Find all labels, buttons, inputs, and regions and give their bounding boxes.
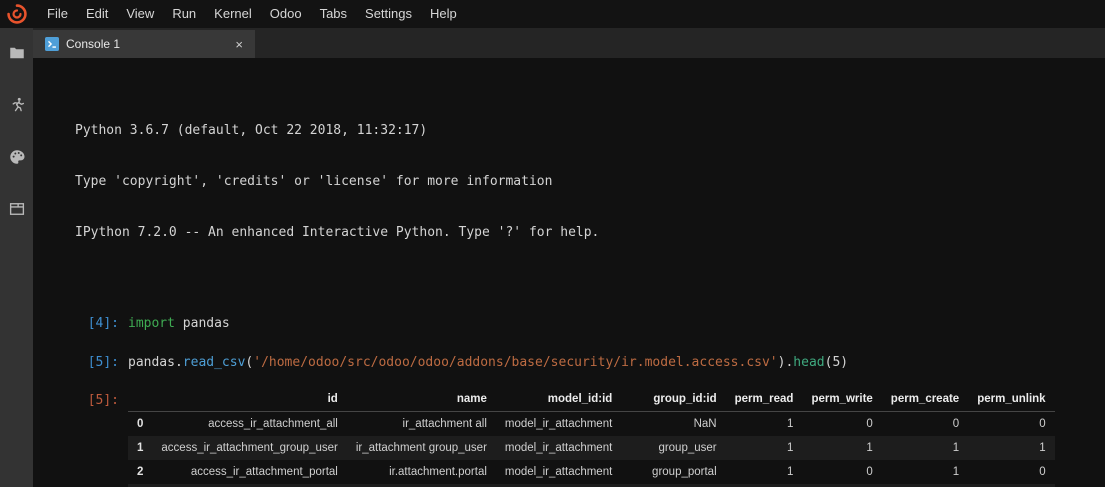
cell: ir_attachment group_user <box>347 436 496 460</box>
cell: 1 <box>968 436 1054 460</box>
menu-help[interactable]: Help <box>421 0 466 28</box>
header-cell: perm_create <box>882 387 968 412</box>
cell: 1 <box>726 460 803 484</box>
banner-line: IPython 7.2.0 -- An enhanced Interactive… <box>75 224 1105 241</box>
menu-bar: File Edit View Run Kernel Odoo Tabs Sett… <box>0 0 1105 28</box>
input-prompt: [4]: <box>33 315 128 332</box>
menu-odoo[interactable]: Odoo <box>261 0 311 28</box>
table-row: 2 access_ir_attachment_portal ir.attachm… <box>128 460 1055 484</box>
cell: group_portal <box>621 460 725 484</box>
menu-view[interactable]: View <box>117 0 163 28</box>
index-cell: 0 <box>128 412 152 437</box>
cell: 0 <box>802 412 881 437</box>
code-token: read_csv <box>183 355 246 370</box>
cell: model_ir_attachment <box>496 460 621 484</box>
close-icon[interactable]: × <box>231 37 247 52</box>
cell: 1 <box>726 412 803 437</box>
menu-file[interactable]: File <box>38 0 77 28</box>
dataframe-table: id name model_id:id group_id:id perm_rea… <box>128 387 1055 487</box>
code-line: pandas.read_csv('/home/odoo/src/odoo/odo… <box>128 354 848 371</box>
header-cell: name <box>347 387 496 412</box>
menu-tabs[interactable]: Tabs <box>311 0 356 28</box>
odoo-logo-icon <box>0 0 34 28</box>
left-activity-bar <box>0 28 33 487</box>
cell: ir.attachment.portal <box>347 460 496 484</box>
console-icon <box>45 37 59 51</box>
code-cell-5: [5]: pandas.read_csv('/home/odoo/src/odo… <box>33 354 1105 371</box>
menu-run[interactable]: Run <box>163 0 205 28</box>
cell: access_ir_attachment_portal <box>152 460 346 484</box>
code-token: pandas <box>175 316 230 331</box>
console-banner: Python 3.6.7 (default, Oct 22 2018, 11:3… <box>75 88 1105 275</box>
code-line: import pandas <box>128 315 230 332</box>
header-cell: perm_write <box>802 387 881 412</box>
cell: group_user <box>621 436 725 460</box>
output-prompt: [5]: <box>33 387 128 487</box>
header-cell: perm_read <box>726 387 803 412</box>
input-prompt: [5]: <box>33 354 128 371</box>
menu-edit[interactable]: Edit <box>77 0 117 28</box>
cell: 0 <box>882 412 968 437</box>
jupyter-console-app: File Edit View Run Kernel Odoo Tabs Sett… <box>0 0 1105 487</box>
console-panel: Python 3.6.7 (default, Oct 22 2018, 11:3… <box>33 58 1105 487</box>
cell: ir_attachment all <box>347 412 496 437</box>
cell: model_ir_attachment <box>496 412 621 437</box>
tab-label: Console 1 <box>66 37 231 51</box>
cell: 0 <box>968 412 1054 437</box>
code-token: import <box>128 316 175 331</box>
cell: 1 <box>726 436 803 460</box>
code-token: head <box>793 355 824 370</box>
code-token: ) <box>840 355 848 370</box>
cell: model_ir_attachment <box>496 436 621 460</box>
header-cell: perm_unlink <box>968 387 1054 412</box>
tab-bar: Console 1 × <box>33 28 1105 58</box>
code-token: pandas <box>128 355 175 370</box>
cell: 0 <box>802 460 881 484</box>
code-token: '/home/odoo/src/odoo/odoo/addons/base/se… <box>253 355 777 370</box>
cell: access_ir_attachment_all <box>152 412 346 437</box>
table-row: 1 access_ir_attachment_group_user ir_att… <box>128 436 1055 460</box>
header-cell: group_id:id <box>621 387 725 412</box>
banner-line: Python 3.6.7 (default, Oct 22 2018, 11:3… <box>75 122 1105 139</box>
banner-line: Type 'copyright', 'credits' or 'license'… <box>75 173 1105 190</box>
menu-settings[interactable]: Settings <box>356 0 421 28</box>
cell: 0 <box>968 460 1054 484</box>
code-cell-4: [4]: import pandas <box>33 315 1105 332</box>
index-cell: 1 <box>128 436 152 460</box>
header-cell: model_id:id <box>496 387 621 412</box>
tab-console-1[interactable]: Console 1 × <box>33 30 255 58</box>
table-header-row: id name model_id:id group_id:id perm_rea… <box>128 387 1055 412</box>
palette-icon[interactable] <box>5 145 29 169</box>
header-cell <box>128 387 152 412</box>
index-cell: 2 <box>128 460 152 484</box>
output-area: [5]: id name model_id:id group_id:id per… <box>33 387 1105 487</box>
cell: 1 <box>882 436 968 460</box>
header-cell: id <box>152 387 346 412</box>
running-sessions-icon[interactable] <box>5 93 29 117</box>
cell: access_ir_attachment_group_user <box>152 436 346 460</box>
code-token: . <box>175 355 183 370</box>
cell: 1 <box>882 460 968 484</box>
menu-kernel[interactable]: Kernel <box>205 0 261 28</box>
cell: 1 <box>802 436 881 460</box>
cell: NaN <box>621 412 725 437</box>
open-tabs-icon[interactable] <box>5 197 29 221</box>
table-row: 0 access_ir_attachment_all ir_attachment… <box>128 412 1055 437</box>
folder-icon[interactable] <box>5 41 29 65</box>
menu-items: File Edit View Run Kernel Odoo Tabs Sett… <box>38 0 466 28</box>
